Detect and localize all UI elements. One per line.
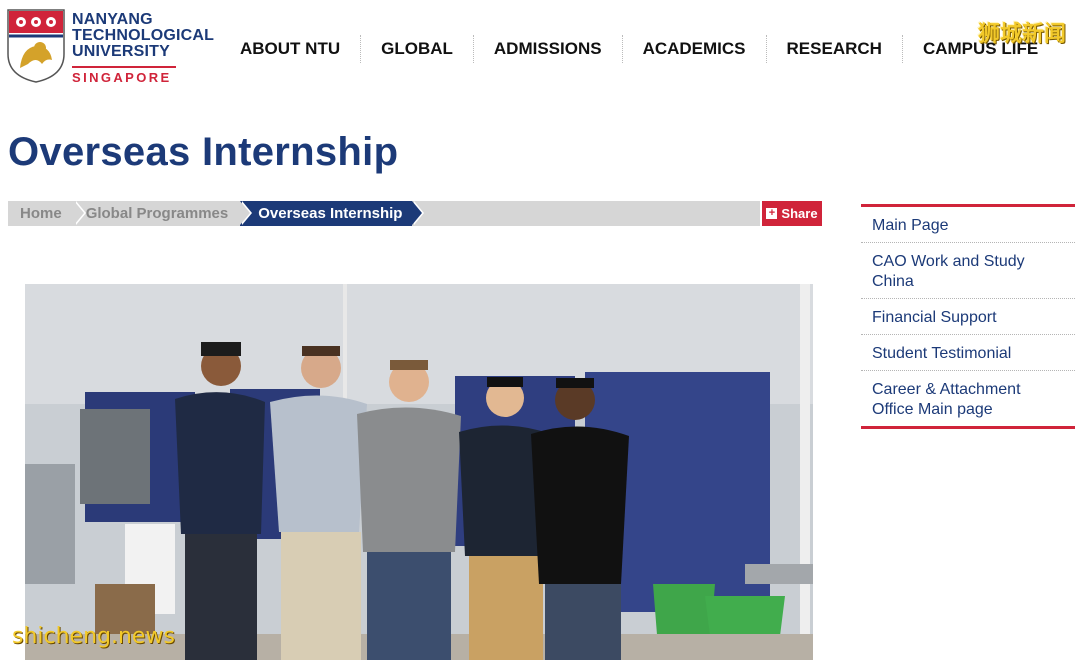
nav-admissions[interactable]: ADMISSIONS: [474, 39, 622, 59]
breadcrumb-arrow: [412, 201, 423, 225]
breadcrumb-global-label: Global Programmes: [85, 205, 229, 222]
sidebar-item-career-attachment[interactable]: Career & Attachment Office Main page: [861, 371, 1075, 426]
sidebar-item-cao-work-study[interactable]: CAO Work and Study China: [861, 243, 1075, 299]
share-button[interactable]: + Share: [762, 201, 822, 226]
nav-global[interactable]: GLOBAL: [361, 39, 473, 59]
photo-illustration: [25, 284, 813, 660]
ntu-logo[interactable]: NANYANG TECHNOLOGICAL UNIVERSITY SINGAPO…: [6, 8, 216, 88]
breadcrumb-home[interactable]: Home: [8, 201, 86, 226]
share-label: Share: [781, 206, 818, 221]
sidebar-menu: Main Page CAO Work and Study China Finan…: [861, 204, 1075, 429]
breadcrumb-arrow: [240, 201, 251, 225]
sidebar-item-financial-support[interactable]: Financial Support: [861, 299, 1075, 335]
logo-line-4: SINGAPORE: [72, 66, 176, 85]
watermark-bottom: shicheng.news: [12, 624, 175, 649]
main-navigation: ABOUT NTU GLOBAL ADMISSIONS ACADEMICS RE…: [220, 35, 1058, 63]
sidebar-item-main-page[interactable]: Main Page: [861, 207, 1075, 243]
breadcrumb-home-label: Home: [20, 205, 62, 222]
nav-research[interactable]: RESEARCH: [767, 39, 902, 59]
ntu-crest-icon: [7, 9, 65, 83]
breadcrumb-current-label: Overseas Internship: [258, 205, 403, 222]
logo-line-1: NANYANG: [72, 11, 153, 28]
page-title: Overseas Internship: [8, 130, 399, 174]
site-header: NANYANG TECHNOLOGICAL UNIVERSITY SINGAPO…: [0, 0, 1080, 95]
plus-square-icon: +: [766, 208, 778, 219]
breadcrumb: Home Global Programmes Overseas Internsh…: [8, 201, 760, 226]
sidebar-item-student-testimonial[interactable]: Student Testimonial: [861, 335, 1075, 371]
breadcrumb-arrow: [73, 201, 84, 225]
watermark-top: 狮城新闻: [977, 22, 1066, 47]
breadcrumb-global-programmes[interactable]: Global Programmes: [74, 201, 253, 226]
logo-line-3: UNIVERSITY: [72, 43, 171, 60]
internship-group-photo: [25, 284, 813, 660]
nav-about-ntu[interactable]: ABOUT NTU: [220, 39, 360, 59]
logo-text: NANYANG TECHNOLOGICAL UNIVERSITY SINGAPO…: [72, 12, 214, 85]
nav-academics[interactable]: ACADEMICS: [623, 39, 766, 59]
logo-line-2: TECHNOLOGICAL: [72, 27, 215, 44]
breadcrumb-current: Overseas Internship: [240, 201, 425, 226]
